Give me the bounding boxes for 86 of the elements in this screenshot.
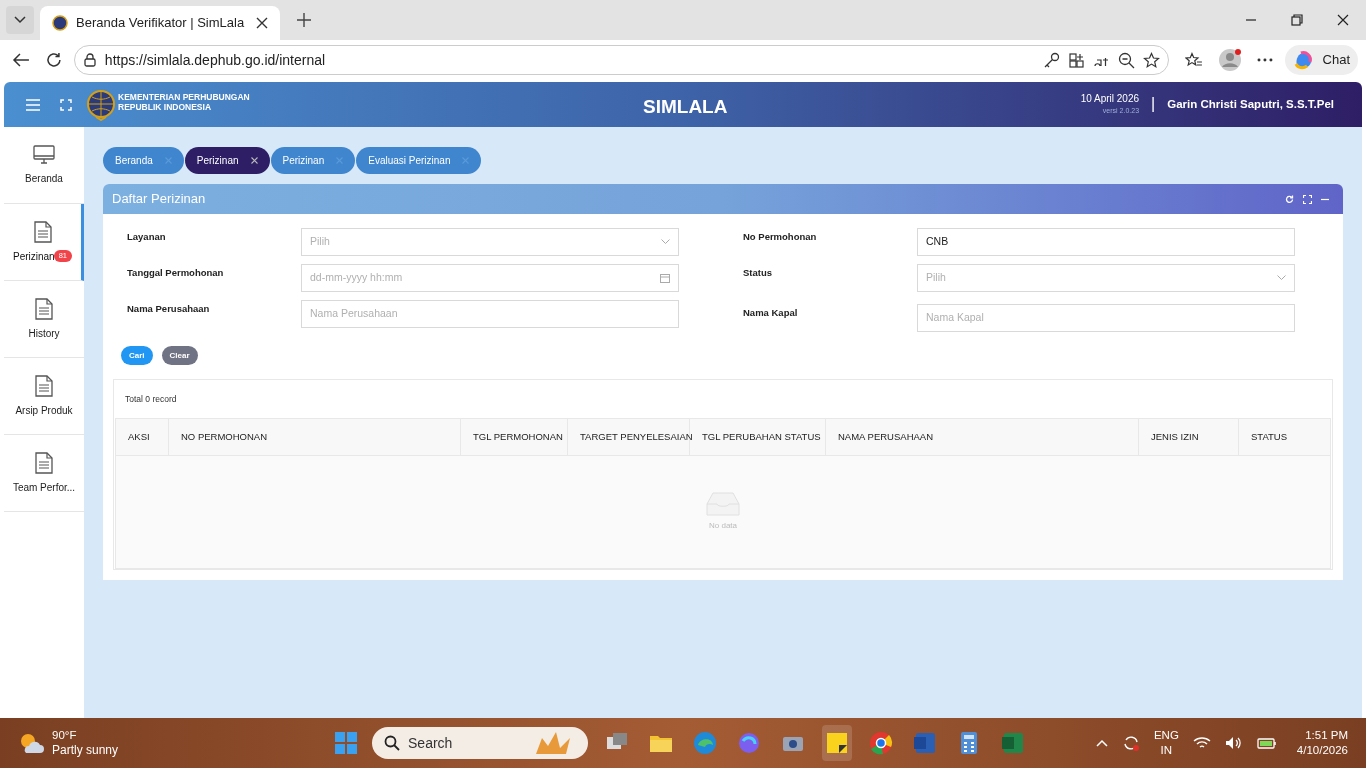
input-field[interactable]: CNB bbox=[917, 228, 1295, 256]
language-region[interactable]: IN bbox=[1160, 743, 1173, 758]
field-label: Nama Perusahaan bbox=[126, 302, 211, 316]
zoom-out-icon[interactable] bbox=[1117, 51, 1135, 69]
page-tab[interactable]: Beranda bbox=[103, 147, 184, 174]
app-title: SIMLALA bbox=[643, 95, 728, 119]
globe-icon bbox=[52, 15, 68, 31]
tab-title: Beranda Verifikator | SimLala bbox=[76, 14, 246, 33]
chrome-icon[interactable] bbox=[869, 731, 894, 755]
clock-time[interactable]: 1:51 PM bbox=[1305, 728, 1348, 743]
star-icon[interactable] bbox=[1142, 51, 1160, 69]
fullscreen-icon[interactable] bbox=[1303, 194, 1312, 204]
tab-list-button[interactable] bbox=[6, 6, 34, 34]
close-icon[interactable] bbox=[256, 17, 268, 29]
sidebar-label: Arsip Produk bbox=[15, 403, 73, 418]
close-icon[interactable] bbox=[250, 157, 258, 164]
chevron-down-icon bbox=[661, 239, 670, 245]
chat-button[interactable]: Chat bbox=[1284, 45, 1358, 75]
sidebar-label: Team Perfor... bbox=[12, 480, 76, 495]
battery-icon[interactable] bbox=[1256, 737, 1277, 749]
monitor-icon bbox=[33, 144, 55, 165]
copilot-icon bbox=[1292, 49, 1315, 71]
search-icon bbox=[384, 735, 401, 751]
page-tab[interactable]: Evaluasi Perizinan bbox=[356, 147, 482, 174]
column-header: STATUS bbox=[1250, 429, 1289, 444]
sync-icon[interactable] bbox=[1121, 734, 1140, 752]
user-name[interactable]: Garin Christi Saputri, S.S.T.Pel bbox=[1167, 95, 1334, 114]
search-field[interactable]: Search bbox=[372, 727, 589, 759]
column-header: JENIS IZIN bbox=[1139, 419, 1239, 455]
field-label: Nama Kapal bbox=[742, 306, 799, 320]
fullscreen-icon[interactable] bbox=[60, 98, 72, 111]
weather-temp: 90°F bbox=[52, 728, 78, 743]
inbox-icon bbox=[706, 492, 740, 516]
sidebar-label: Perizinan bbox=[12, 249, 55, 264]
back-icon[interactable] bbox=[12, 52, 30, 68]
chevron-up-icon[interactable] bbox=[1095, 739, 1108, 747]
field-label: Layanan bbox=[126, 230, 167, 244]
column-header: TARGET PENYELESAIAN bbox=[568, 419, 690, 455]
globe-emblem-icon bbox=[86, 88, 116, 121]
weather-icon[interactable] bbox=[18, 731, 44, 755]
ministry-name: REPUBLIK INDONESIA bbox=[118, 101, 213, 112]
swirl-icon[interactable] bbox=[737, 731, 762, 755]
column-header: NO PERMOHONAN bbox=[169, 419, 461, 455]
url-text: https://simlala.dephub.go.id/internal bbox=[104, 50, 327, 70]
calendar-icon bbox=[660, 273, 670, 283]
wifi-icon[interactable] bbox=[1192, 736, 1211, 750]
lock-icon bbox=[82, 53, 97, 67]
clear-button[interactable]: Clear bbox=[161, 346, 198, 365]
header-date: 10 April 2026 bbox=[1080, 92, 1140, 105]
page-tab[interactable]: Perizinan bbox=[270, 147, 356, 174]
browser-tab[interactable]: Beranda Verifikator | SimLala bbox=[40, 6, 280, 40]
field-label: Tanggal Permohonan bbox=[126, 266, 225, 280]
document-icon bbox=[35, 297, 53, 320]
column-header: TGL PERMOHONAN bbox=[461, 419, 568, 455]
apps-icon[interactable] bbox=[1067, 51, 1085, 69]
field-label: No Permohonan bbox=[742, 230, 818, 244]
field-label: Status bbox=[742, 266, 774, 280]
weather-text: Partly sunny bbox=[52, 743, 119, 758]
chevron-down-icon bbox=[14, 16, 26, 24]
header-separator: | bbox=[1151, 93, 1156, 114]
clock-date[interactable]: 4/10/2026 bbox=[1296, 743, 1348, 758]
language-code[interactable]: ENG bbox=[1153, 728, 1179, 743]
more-icon[interactable] bbox=[1256, 58, 1273, 62]
column-header: NAMA PERUSAHAAN bbox=[826, 419, 1139, 455]
restore-icon[interactable] bbox=[1291, 14, 1303, 26]
record-count: Total 0 record bbox=[124, 392, 178, 406]
chevron-down-icon bbox=[1277, 275, 1286, 281]
start-icon[interactable] bbox=[334, 731, 359, 755]
sidebar-label: Beranda bbox=[25, 171, 63, 186]
volume-icon[interactable] bbox=[1224, 736, 1243, 750]
sticky-note-icon[interactable] bbox=[825, 731, 850, 755]
menu-icon[interactable] bbox=[26, 98, 40, 111]
ministry-name: KEMENTERIAN PERHUBUNGAN bbox=[118, 91, 250, 102]
page-tab[interactable]: Perizinan bbox=[184, 147, 270, 174]
panel-title: Daftar Perizinan bbox=[112, 190, 206, 209]
favorites-icon[interactable] bbox=[1184, 51, 1203, 69]
column-header: AKSI bbox=[116, 419, 169, 455]
document-icon bbox=[33, 220, 52, 243]
document-icon bbox=[35, 451, 53, 474]
sidebar-label: History bbox=[28, 326, 60, 341]
key-icon[interactable] bbox=[1042, 51, 1060, 69]
document-icon bbox=[35, 374, 53, 397]
refresh-icon[interactable] bbox=[45, 52, 62, 68]
close-icon[interactable] bbox=[1337, 14, 1349, 26]
profile-icon[interactable] bbox=[1218, 49, 1241, 71]
new-tab-icon[interactable] bbox=[296, 12, 312, 28]
